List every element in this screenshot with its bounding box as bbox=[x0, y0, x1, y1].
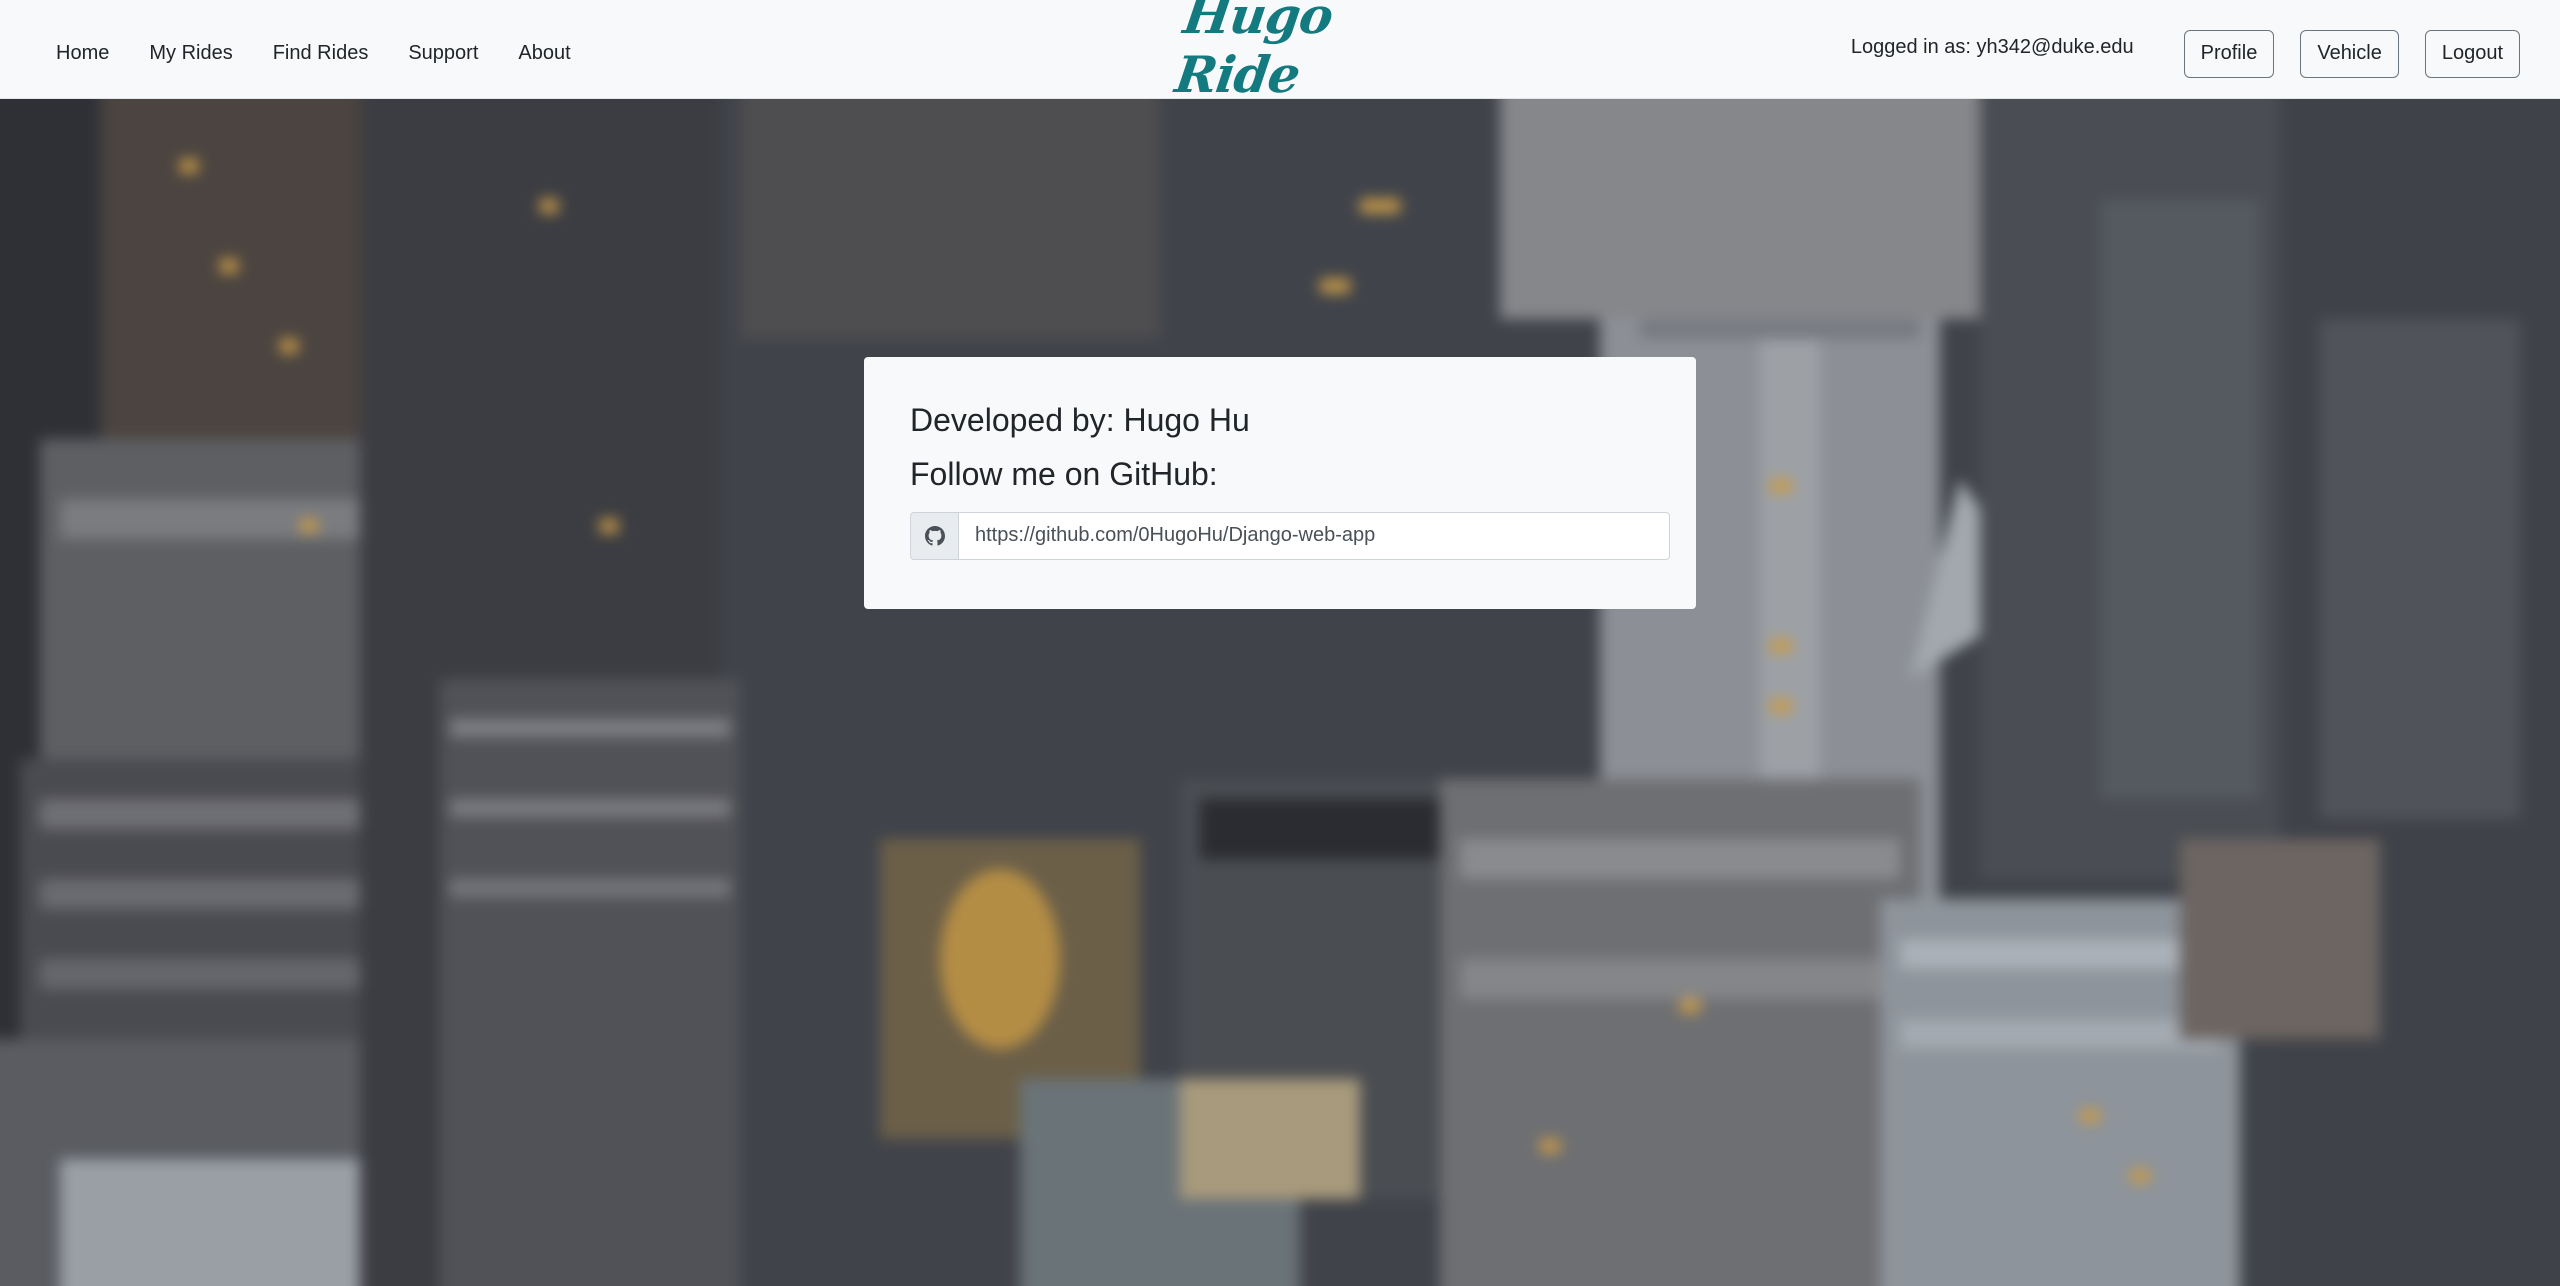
nav-link-find-rides[interactable]: Find Rides bbox=[253, 4, 389, 103]
nav-link-my-rides[interactable]: My Rides bbox=[129, 4, 252, 103]
background-city-image bbox=[0, 99, 2560, 1286]
brand-logo[interactable]: Hugo Ride bbox=[1172, 0, 1380, 104]
github-icon bbox=[910, 511, 958, 560]
nav-link-about[interactable]: About bbox=[498, 4, 590, 103]
logout-button[interactable]: Logout bbox=[2424, 29, 2520, 78]
nav-links: Home My Rides Find Rides Support About bbox=[36, 0, 591, 99]
github-follow-heading: Follow me on GitHub: bbox=[910, 456, 1218, 493]
developer-card: Developed by: Hugo Hu Follow me on GitHu… bbox=[864, 357, 1696, 609]
nav-link-support[interactable]: Support bbox=[388, 4, 498, 103]
github-url-group bbox=[910, 511, 1670, 560]
developer-heading: Developed by: Hugo Hu bbox=[910, 402, 1250, 438]
logged-in-text: Logged in as: yh342@duke.edu bbox=[1850, 36, 2134, 58]
profile-button[interactable]: Profile bbox=[2183, 29, 2275, 78]
vehicle-button[interactable]: Vehicle bbox=[2300, 29, 2399, 78]
navbar: Home My Rides Find Rides Support About H… bbox=[0, 0, 2560, 104]
nav-link-home[interactable]: Home bbox=[36, 4, 129, 103]
brand-text: Hugo Ride bbox=[1171, 0, 1337, 104]
github-url-input[interactable] bbox=[958, 511, 1670, 560]
nav-user-area: Logged in as: yh342@duke.edu Profile Veh… bbox=[1851, 0, 2520, 99]
